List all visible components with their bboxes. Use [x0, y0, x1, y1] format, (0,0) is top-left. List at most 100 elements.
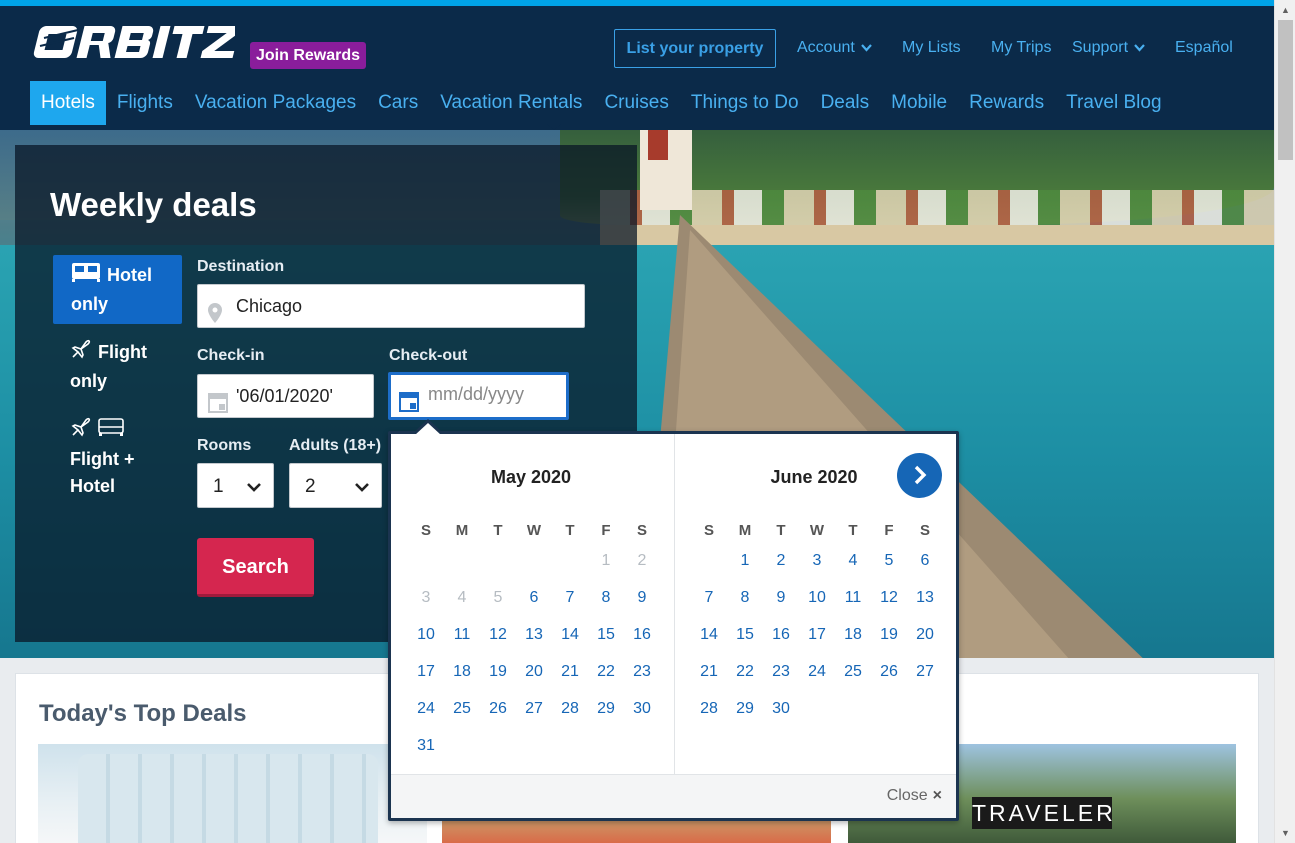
calendar-day[interactable]: 29: [727, 700, 763, 718]
calendar-day: 2: [637, 552, 647, 569]
calendar-day[interactable]: 18: [835, 626, 871, 644]
nav-travel-blog[interactable]: Travel Blog: [1055, 81, 1172, 125]
calendar-icon: [208, 386, 228, 428]
calendar-day[interactable]: 24: [799, 663, 835, 681]
nav-flights[interactable]: Flights: [106, 81, 184, 125]
scroll-down-icon[interactable]: ▼: [1275, 825, 1295, 841]
calendar-day[interactable]: 31: [408, 737, 444, 755]
calendar-day[interactable]: 13: [907, 589, 943, 607]
calendar-day[interactable]: 11: [444, 626, 480, 644]
calendar-day[interactable]: 8: [588, 589, 624, 607]
destination-value: Chicago: [236, 296, 303, 316]
calendar-day[interactable]: 12: [871, 589, 907, 607]
my-trips-link[interactable]: My Trips: [991, 39, 1051, 57]
account-menu[interactable]: Account: [797, 39, 872, 57]
deal-image-hotel-room[interactable]: [38, 744, 427, 843]
calendar-day[interactable]: 7: [552, 589, 588, 607]
calendar-day[interactable]: 21: [691, 663, 727, 681]
calendar-day[interactable]: 16: [624, 626, 660, 644]
calendar-day[interactable]: 8: [727, 589, 763, 607]
list-property-button[interactable]: List your property: [614, 29, 776, 68]
scroll-thumb[interactable]: [1278, 20, 1293, 160]
calendar-day[interactable]: 1: [727, 552, 763, 570]
nav-rewards[interactable]: Rewards: [958, 81, 1055, 125]
checkin-value: '06/01/2020': [236, 386, 333, 406]
calendar-day[interactable]: 9: [763, 589, 799, 607]
calendar-day[interactable]: 14: [691, 626, 727, 644]
language-link[interactable]: Español: [1175, 39, 1233, 57]
calendar-day[interactable]: 28: [552, 700, 588, 718]
calendar-day[interactable]: 7: [691, 589, 727, 607]
rooms-select[interactable]: 1: [197, 463, 274, 508]
calendar-day[interactable]: 18: [444, 663, 480, 681]
calendar-day[interactable]: 13: [516, 626, 552, 644]
calendar-day[interactable]: 25: [444, 700, 480, 718]
calendar-day[interactable]: 15: [588, 626, 624, 644]
calendar-day[interactable]: 30: [763, 700, 799, 718]
checkin-field[interactable]: '06/01/2020': [197, 374, 374, 418]
calendar-day[interactable]: 2: [763, 552, 799, 570]
calendar-day[interactable]: 3: [799, 552, 835, 570]
calendar-day[interactable]: 20: [907, 626, 943, 644]
calendar-day[interactable]: 15: [727, 626, 763, 644]
traveler-badge: TRAVELER: [972, 797, 1113, 829]
support-menu[interactable]: Support: [1072, 39, 1145, 57]
calendar-day[interactable]: 24: [408, 700, 444, 718]
calendar-day[interactable]: 19: [480, 663, 516, 681]
adults-select[interactable]: 2: [289, 463, 382, 508]
orbitz-logo[interactable]: [30, 20, 235, 64]
calendar-day[interactable]: 20: [516, 663, 552, 681]
checkout-field[interactable]: mm/dd/yyyy: [388, 372, 569, 420]
close-button[interactable]: Close ×: [887, 787, 942, 805]
calendar-day[interactable]: 10: [799, 589, 835, 607]
nav-vacation-rentals[interactable]: Vacation Rentals: [429, 81, 593, 125]
nav-cruises[interactable]: Cruises: [593, 81, 679, 125]
destination-field[interactable]: Chicago: [197, 284, 585, 328]
scrollbar[interactable]: ▲ ▼: [1274, 0, 1295, 843]
nav-mobile[interactable]: Mobile: [880, 81, 958, 125]
calendar-day[interactable]: 11: [835, 589, 871, 607]
calendar-day[interactable]: 16: [763, 626, 799, 644]
calendar-day[interactable]: 6: [907, 552, 943, 570]
calendar-day[interactable]: 19: [871, 626, 907, 644]
join-rewards-badge[interactable]: Join Rewards: [250, 42, 367, 69]
calendar-day[interactable]: 5: [871, 552, 907, 570]
weekday-header: T: [848, 522, 858, 539]
calendar-day[interactable]: 29: [588, 700, 624, 718]
calendar-day[interactable]: 22: [588, 663, 624, 681]
plane-icon: [70, 416, 92, 446]
calendar-day[interactable]: 23: [763, 663, 799, 681]
calendar-day[interactable]: 26: [480, 700, 516, 718]
scroll-up-icon[interactable]: ▲: [1275, 2, 1295, 18]
calendar-day[interactable]: 10: [408, 626, 444, 644]
calendar-day[interactable]: 17: [799, 626, 835, 644]
calendar-day[interactable]: 26: [871, 663, 907, 681]
calendar-day[interactable]: 25: [835, 663, 871, 681]
calendar-day[interactable]: 27: [516, 700, 552, 718]
next-month-button[interactable]: [897, 453, 942, 498]
mode-hotel-only[interactable]: Hotel only: [53, 255, 182, 324]
mode-flight-only[interactable]: Flight only: [70, 338, 180, 395]
calendar-day[interactable]: 12: [480, 626, 516, 644]
calendar-day[interactable]: 23: [624, 663, 660, 681]
nav-things-to-do[interactable]: Things to Do: [680, 81, 810, 125]
calendar-day[interactable]: 4: [835, 552, 871, 570]
calendar-day[interactable]: 22: [727, 663, 763, 681]
nav-hotels[interactable]: Hotels: [30, 81, 106, 125]
chevron-down-icon: [355, 464, 369, 509]
search-button[interactable]: Search: [197, 538, 314, 597]
site-header: Join Rewards List your property Account …: [0, 6, 1295, 130]
calendar-day[interactable]: 14: [552, 626, 588, 644]
my-lists-link[interactable]: My Lists: [902, 39, 961, 57]
nav-cars[interactable]: Cars: [367, 81, 429, 125]
mode-flight-hotel[interactable]: Flight + Hotel: [70, 416, 180, 500]
calendar-day[interactable]: 9: [624, 589, 660, 607]
calendar-day[interactable]: 6: [516, 589, 552, 607]
calendar-day[interactable]: 17: [408, 663, 444, 681]
calendar-day[interactable]: 28: [691, 700, 727, 718]
calendar-day[interactable]: 21: [552, 663, 588, 681]
nav-vacation-packages[interactable]: Vacation Packages: [184, 81, 367, 125]
calendar-day[interactable]: 27: [907, 663, 943, 681]
calendar-day[interactable]: 30: [624, 700, 660, 718]
nav-deals[interactable]: Deals: [810, 81, 881, 125]
